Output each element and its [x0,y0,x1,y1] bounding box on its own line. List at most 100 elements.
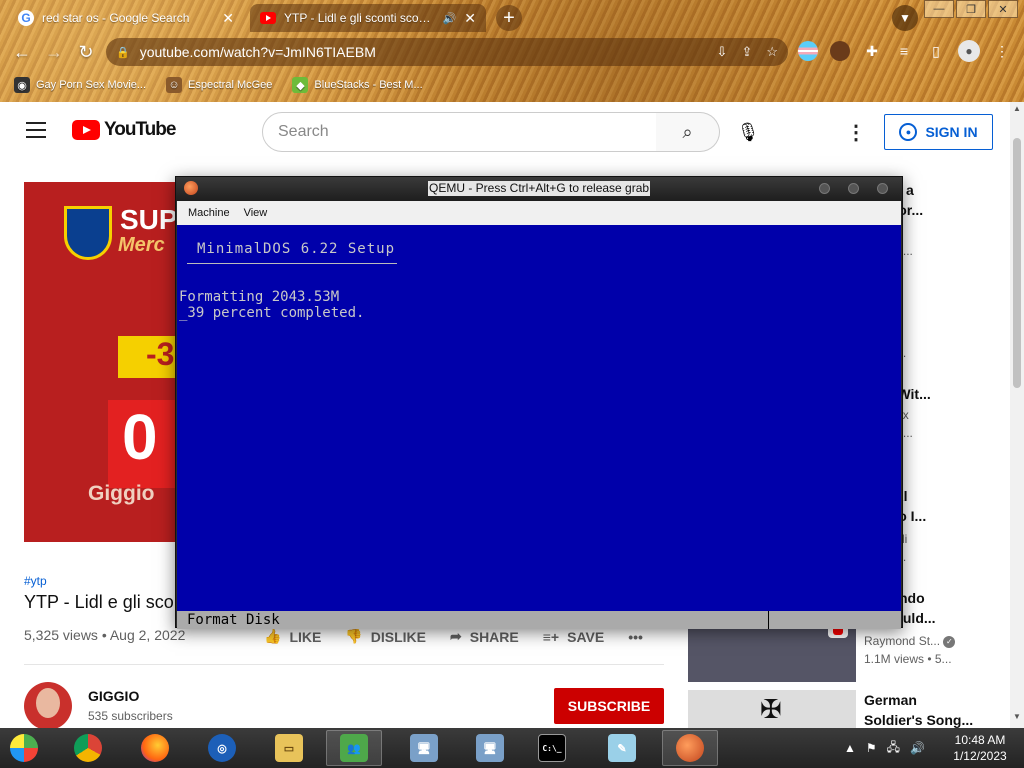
taskbar-qemu[interactable] [662,730,718,766]
scrollbar-thumb[interactable] [1013,138,1021,388]
page-scrollbar[interactable]: ▲ ▼ [1010,102,1024,728]
taskbar-cmd[interactable]: C:\_ [524,730,580,766]
close-window-button[interactable]: ✕ [988,0,1018,18]
related-title[interactable]: German [864,690,1004,710]
close-tab-icon[interactable]: ✕ [464,10,476,27]
qemu-window-title: QEMU - Press Ctrl+Alt+G to release grab [428,181,651,196]
chevron-down-icon: ▼ [899,11,911,25]
puzzle-icon[interactable]: ✚ [862,41,882,61]
share-button[interactable]: ➦ SHARE [450,628,519,645]
menu-machine[interactable]: Machine [188,207,230,219]
thumbnail-text: SUP [120,204,178,235]
address-bar[interactable]: 🔒 youtube.com/watch?v=JmIN6TIAEBM ⇩ ⇪ ☆ [106,38,788,66]
side-panel-icon[interactable]: ▯ [926,41,946,61]
subscriber-count: 535 subscribers [88,709,173,723]
qemu-close-button[interactable] [877,183,888,194]
users-icon: 👥 [340,734,368,762]
hashtag-link[interactable]: #ytp [24,574,47,588]
qemu-window-controls [819,183,888,194]
network-icon[interactable]: 🖧 [887,738,900,759]
playlist-add-icon: ≡+ [542,628,560,645]
dislike-button[interactable]: 👎 DISLIKE [345,628,426,645]
related-title[interactable]: Soldier's Song... [864,710,1004,728]
more-actions-button[interactable]: ••• [628,629,643,645]
minimize-button[interactable]: — [924,0,954,18]
install-app-icon[interactable]: ⇩ [717,44,728,60]
share-label: SHARE [469,628,519,645]
dos-status-text: Format Disk [187,612,280,628]
close-tab-icon[interactable]: ✕ [222,10,234,27]
dos-status-bar: Format Disk [177,611,901,629]
media-list-icon[interactable]: ≡ [894,41,914,61]
url-text[interactable]: youtube.com/watch?v=JmIN6TIAEBM [140,44,707,60]
taskbar-notepad[interactable]: ✎ [594,730,650,766]
taskbar-firefox[interactable] [127,730,183,766]
hamburger-menu-icon[interactable] [26,122,46,138]
dos-screen[interactable]: MinimalDOS 6.22 Setup Formatting 2043.53… [177,225,901,611]
youtube-icon [260,12,276,24]
youtube-header: YouTube Search ⌕ 🎙 ⋮ ● SIGN IN [0,102,1010,160]
youtube-logo[interactable]: YouTube [72,119,176,141]
search-input[interactable]: Search [262,112,657,152]
star-icon[interactable]: ☆ [766,44,778,60]
bookmark-item[interactable]: ◉ Gay Porn Sex Movie... [14,77,146,93]
volume-icon[interactable]: 🔊 [910,741,925,755]
youtube-play-icon [72,120,100,140]
video-player[interactable]: SUP Merc -3 0 Giggio [24,182,178,542]
qemu-titlebar[interactable]: QEMU - Press Ctrl+Alt+G to release grab [176,177,902,201]
voice-search-button[interactable]: 🎙 [736,118,760,146]
video-actions: 👍 LIKE 👎 DISLIKE ➦ SHARE ≡+ SAVE ••• [264,628,643,645]
folder-icon: ▭ [275,734,303,762]
new-tab-button[interactable]: + [496,5,522,31]
scroll-down-icon[interactable]: ▼ [1013,712,1021,721]
bookmark-item[interactable]: ◆ BlueStacks - Best M... [292,77,423,93]
like-button[interactable]: 👍 LIKE [264,628,321,645]
search-button[interactable]: ⌕ [656,112,720,152]
reload-button[interactable]: ↻ [70,36,102,68]
qemu-minimize-button[interactable] [819,183,830,194]
tab-google-search[interactable]: G red star os - Google Search ✕ [8,4,244,32]
related-thumbnail[interactable]: ✠ [688,690,856,728]
flag-icon[interactable]: ⚑ [866,741,877,755]
related-channel-name: Raymond St... [864,634,941,648]
qemu-maximize-button[interactable] [848,183,859,194]
taskbar-network-app[interactable]: 🖥 [396,730,452,766]
back-button[interactable]: ← [6,36,38,68]
tab-youtube[interactable]: YTP - Lidl e gli sconti scontat 🔊 ✕ [250,4,486,32]
related-video-item[interactable]: ✠ German Soldier's Song... [688,690,1008,728]
chrome-icon [74,734,102,762]
clock[interactable]: 10:48 AM 1/12/2023 [950,732,1010,764]
settings-menu-button[interactable]: ⋮ [846,120,866,145]
kebab-menu-icon[interactable]: ⋮ [992,41,1012,61]
start-button[interactable] [6,731,42,765]
firefox-icon [141,734,169,762]
save-button[interactable]: ≡+ SAVE [543,629,604,645]
pride-flag-extension-icon[interactable] [798,41,818,61]
taskbar-chrome[interactable] [60,730,116,766]
related-views: 1.1M views • 5... [864,652,952,666]
verified-icon: ✓ [943,635,956,648]
taskbar-network-app-2[interactable]: 🖥 [462,730,518,766]
channel-avatar[interactable] [24,682,72,728]
scroll-up-icon[interactable]: ▲ [1013,104,1021,113]
sign-in-button[interactable]: ● SIGN IN [884,114,993,150]
menu-view[interactable]: View [244,207,268,219]
taskbar-file-explorer[interactable]: ▭ [261,730,317,766]
profile-avatar-icon[interactable]: ● [958,40,980,62]
audio-playing-icon[interactable]: 🔊 [443,12,457,25]
video-meta: 5,325 views • Aug 2, 2022 [24,627,186,643]
subscribe-button[interactable]: SUBSCRIBE [554,688,664,724]
maximize-button[interactable]: ❐ [956,0,986,18]
taskbar-app[interactable]: ◎ [194,730,250,766]
show-hidden-icons-icon[interactable]: ▲ [844,741,856,755]
tab-search-button[interactable]: ▼ [892,5,918,31]
title-underline [187,263,397,264]
bookmark-item[interactable]: ☺ Espectral McGee [166,77,272,93]
taskbar-messenger[interactable]: 👥 [326,730,382,766]
character-extension-icon[interactable] [830,41,850,61]
computer-icon: 🖥 [476,734,504,762]
share-icon[interactable]: ⇪ [741,44,752,60]
format-progress-text: _39 percent completed. [179,305,365,321]
forward-button[interactable]: → [38,36,70,68]
channel-name[interactable]: GIGGIO [88,688,139,704]
